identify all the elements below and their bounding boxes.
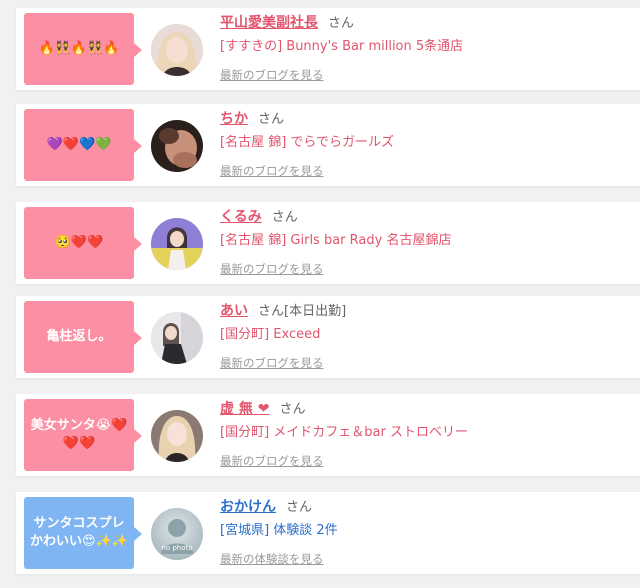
avatar[interactable]: [151, 218, 203, 270]
name-suffix: さん: [286, 500, 313, 515]
name-suffix: さん: [279, 402, 306, 417]
profile-name-link[interactable]: 虚 無 ❤: [220, 401, 269, 417]
profile-name-link[interactable]: あい: [220, 303, 248, 319]
latest-blog-link[interactable]: 最新のブログを見る: [220, 67, 632, 83]
message-bubble: 🔥👯🔥👯🔥: [24, 13, 142, 85]
latest-blog-link[interactable]: 最新のブログを見る: [220, 261, 632, 277]
latest-blog-link[interactable]: 最新のブログを見る: [220, 355, 632, 371]
no-photo-text: no photo: [161, 544, 193, 552]
shop-label: [宮城県] 体験談 2件: [220, 523, 338, 538]
list-item: 🥺❤️❤️ くるみ さん [名古屋 錦] Girls bar Rady 名古屋錦店…: [16, 202, 640, 284]
list-item: 美女サンタ😭❤️❤️❤️ 虚 無 ❤ さん [国分町] メイドカフェ＆bar スト…: [16, 394, 640, 476]
message-bubble: 亀柱返し。: [24, 301, 142, 373]
name-suffix: さん: [328, 16, 355, 31]
profile-name-link[interactable]: おかけん: [220, 499, 276, 515]
list-item: 💜❤️💙💚 ちか さん [名古屋 錦] でらでらガールズ 最新のブログを見る: [16, 104, 640, 186]
shop-label: [国分町] Exceed: [220, 327, 321, 342]
name-suffix: さん: [258, 112, 285, 127]
profile-name-link[interactable]: 平山愛美副社長: [220, 15, 318, 31]
profile-name-link[interactable]: ちか: [220, 111, 248, 127]
shop-label: [名古屋 錦] Girls bar Rady 名古屋錦店: [220, 233, 452, 248]
avatar[interactable]: no photo: [151, 508, 203, 560]
list-item: サンタコスプレかわいい😍✨✨ no photo おかけん さん [宮城県] 体験談…: [16, 492, 640, 574]
avatar[interactable]: [151, 120, 203, 172]
message-bubble: サンタコスプレかわいい😍✨✨: [24, 497, 142, 569]
message-bubble: 🥺❤️❤️: [24, 207, 142, 279]
avatar[interactable]: [151, 24, 203, 76]
name-suffix: さん[本日出勤]: [258, 304, 347, 319]
entry-list: 🔥👯🔥👯🔥 平山愛美副社長 さん [すすきの] Bunny's Bar milli…: [0, 0, 640, 588]
shop-label: [すすきの] Bunny's Bar million 5条通店: [220, 39, 464, 54]
name-suffix: さん: [271, 210, 298, 225]
avatar[interactable]: [151, 312, 203, 364]
avatar[interactable]: [151, 410, 203, 462]
latest-blog-link[interactable]: 最新のブログを見る: [220, 163, 632, 179]
message-bubble: 美女サンタ😭❤️❤️❤️: [24, 399, 142, 471]
message-bubble: 💜❤️💙💚: [24, 109, 142, 181]
shop-label: [名古屋 錦] でらでらガールズ: [220, 135, 395, 150]
list-item: 亀柱返し。 あい さん[本日出勤] [国分町] Exceed 最新のブログを見る: [16, 296, 640, 378]
latest-review-link[interactable]: 最新の体験談を見る: [220, 551, 632, 567]
list-item: 🔥👯🔥👯🔥 平山愛美副社長 さん [すすきの] Bunny's Bar milli…: [16, 8, 640, 90]
latest-blog-link[interactable]: 最新のブログを見る: [220, 453, 632, 469]
profile-name-link[interactable]: くるみ: [220, 209, 262, 225]
shop-label: [国分町] メイドカフェ＆bar ストロベリー: [220, 425, 468, 440]
